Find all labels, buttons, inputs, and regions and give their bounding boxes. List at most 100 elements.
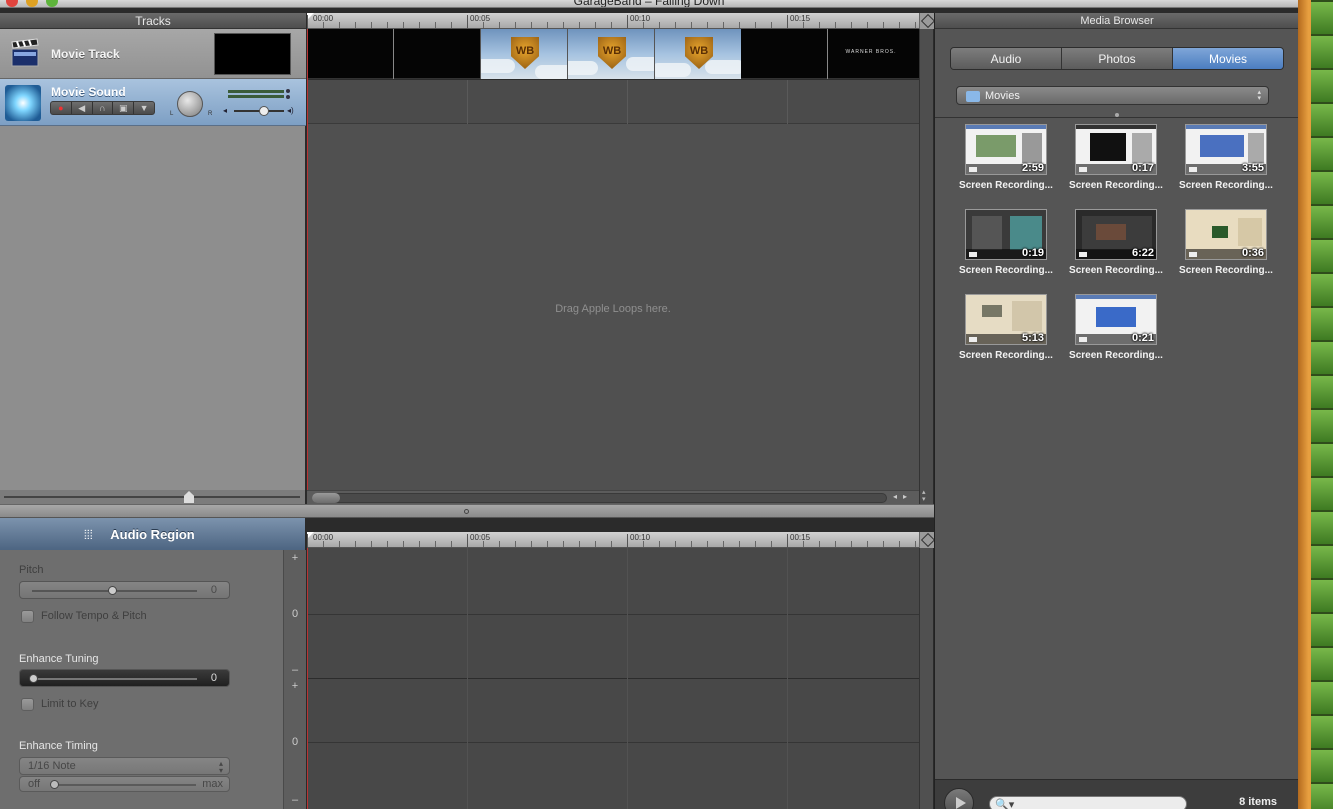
editor-splitter[interactable] xyxy=(0,504,934,518)
ruler-tick xyxy=(803,22,804,28)
dock-item[interactable] xyxy=(1311,646,1333,680)
dock-item[interactable] xyxy=(1311,374,1333,408)
pan-knob[interactable] xyxy=(177,91,203,117)
ruler-tick xyxy=(771,541,772,547)
limit-to-key-checkbox[interactable] xyxy=(21,698,34,711)
solo-headphones-button[interactable]: ∩ xyxy=(93,102,114,114)
volume-slider-knob[interactable] xyxy=(259,106,269,116)
movie-item[interactable]: 0:21 Screen Recording... xyxy=(1059,293,1169,373)
dock-item[interactable] xyxy=(1311,578,1333,612)
audio-region-title: Audio Region xyxy=(110,527,195,542)
media-search-field[interactable]: 🔍▾ xyxy=(989,796,1187,809)
dock-item[interactable] xyxy=(1311,136,1333,170)
dock-item[interactable] xyxy=(1311,238,1333,272)
dock-item[interactable] xyxy=(1311,306,1333,340)
scroll-arrows[interactable]: ◂▸ xyxy=(893,492,913,501)
dock-item[interactable] xyxy=(1311,272,1333,306)
level-meter-left xyxy=(228,90,284,93)
timeline-vertical-scrollbar[interactable]: ▴ ▾ xyxy=(919,29,933,504)
audio-region-header: ⦙⦙⦙ Audio Region xyxy=(0,518,306,550)
dock-item[interactable] xyxy=(1311,782,1333,809)
editor-ruler[interactable]: 00:00 00:05 00:10 00:15 xyxy=(307,532,919,548)
scroll-arrows[interactable]: ▴ ▾ xyxy=(922,489,926,503)
media-source-select[interactable]: Movies ▴ ▾ xyxy=(956,86,1269,105)
tab-movies[interactable]: Movies xyxy=(1173,48,1283,69)
pitch-slider[interactable]: 0 xyxy=(19,581,230,599)
dock-item[interactable] xyxy=(1311,0,1333,34)
splitter-handle[interactable] xyxy=(464,509,469,514)
tab-audio[interactable]: Audio xyxy=(951,48,1062,69)
limit-to-key-label: Limit to Key xyxy=(41,698,99,710)
timeline-ruler[interactable]: 00:00 00:05 00:10 00:15 xyxy=(307,13,919,29)
movie-thumbnail-strip[interactable]: WB WB WB WARNER BROS. xyxy=(307,29,919,79)
dock-item[interactable] xyxy=(1311,34,1333,68)
pitch-slider-knob[interactable] xyxy=(108,586,117,595)
movie-sound-track-header[interactable]: Movie Sound ● ◀ ∩ ▣ ▼ L R ◂ ◂) xyxy=(0,79,306,126)
tab-photos[interactable]: Photos xyxy=(1062,48,1173,69)
enhance-tuning-slider[interactable]: 0 xyxy=(19,669,230,687)
dock-item[interactable] xyxy=(1311,680,1333,714)
zoom-slider-thumb[interactable] xyxy=(184,491,194,503)
enhance-timing-slider[interactable]: off max xyxy=(19,776,230,792)
video-camera-icon xyxy=(1079,252,1087,257)
ruler-tick xyxy=(339,22,340,28)
dock-item[interactable] xyxy=(1311,544,1333,578)
enhance-timing-knob[interactable] xyxy=(50,780,59,789)
dock-item[interactable] xyxy=(1311,408,1333,442)
clip-indicator-left xyxy=(286,89,290,93)
scale-plus: + xyxy=(291,680,299,692)
dock-item[interactable] xyxy=(1311,68,1333,102)
movie-item[interactable]: 3:55 Screen Recording... xyxy=(1169,123,1279,203)
movie-track-header[interactable]: Movie Track xyxy=(0,29,306,79)
dock-item[interactable] xyxy=(1311,612,1333,646)
movie-caption: Screen Recording... xyxy=(1069,350,1163,361)
track-disclosure-button[interactable]: ▼ xyxy=(134,102,154,114)
video-camera-icon xyxy=(1079,337,1087,342)
ruler-tick xyxy=(611,541,612,547)
scrollbar-thumb[interactable] xyxy=(312,493,340,503)
movie-item[interactable]: 6:22 Screen Recording... xyxy=(1059,208,1169,288)
ruler-tick xyxy=(723,541,724,547)
ruler-tick xyxy=(803,541,804,547)
movie-item[interactable]: 0:17 Screen Recording... xyxy=(1059,123,1169,203)
editor-vertical-scrollbar[interactable] xyxy=(919,548,933,809)
dock-item[interactable] xyxy=(1311,204,1333,238)
mute-button[interactable]: ◀ xyxy=(72,102,93,114)
dock-item[interactable] xyxy=(1311,170,1333,204)
cycle-region-toggle[interactable] xyxy=(919,13,934,29)
timing-note-select[interactable]: 1/16 Note ▴ ▾ xyxy=(19,757,230,775)
ruler-tick xyxy=(883,541,884,547)
timeline-horizontal-scrollbar[interactable]: ◂▸ xyxy=(307,490,919,504)
title-bar: GarageBand – Falling Down xyxy=(0,0,1298,8)
movie-duration: 2:59 xyxy=(1021,162,1044,174)
dock-item[interactable] xyxy=(1311,748,1333,782)
audio-region-panel: Pitch 0 Follow Tempo & Pitch Enhance Tun… xyxy=(0,550,283,809)
movie-item[interactable]: 0:36 Screen Recording... xyxy=(1169,208,1279,288)
dock-item[interactable] xyxy=(1311,442,1333,476)
folder-icon xyxy=(966,91,980,102)
record-enable-button[interactable]: ● xyxy=(51,102,72,114)
ruler-tick xyxy=(723,22,724,28)
dock-item[interactable] xyxy=(1311,714,1333,748)
movie-duration: 3:55 xyxy=(1241,162,1264,174)
movie-sound-lane[interactable] xyxy=(307,80,919,124)
volume-high-icon: ◂) xyxy=(287,106,294,115)
dock-item[interactable] xyxy=(1311,510,1333,544)
video-end-title: WARNER BROS. xyxy=(845,49,897,55)
movie-item[interactable]: 5:13 Screen Recording... xyxy=(949,293,1059,373)
ruler-tick xyxy=(755,541,756,547)
play-preview-button[interactable] xyxy=(944,788,974,809)
movie-item[interactable]: 2:59 Screen Recording... xyxy=(949,123,1059,203)
follow-tempo-checkbox[interactable] xyxy=(21,610,34,623)
lock-button[interactable]: ▣ xyxy=(113,102,135,114)
dock-item[interactable] xyxy=(1311,476,1333,510)
zoom-slider[interactable] xyxy=(0,490,306,504)
movie-item[interactable]: 0:19 Screen Recording... xyxy=(949,208,1059,288)
dock-item[interactable] xyxy=(1311,102,1333,136)
movie-duration: 0:17 xyxy=(1131,162,1154,174)
dock-item[interactable] xyxy=(1311,340,1333,374)
editor-corner-toggle[interactable] xyxy=(919,532,934,548)
ruler-tick xyxy=(307,534,308,547)
enhance-tuning-knob[interactable] xyxy=(29,674,38,683)
ruler-tick xyxy=(691,541,692,547)
